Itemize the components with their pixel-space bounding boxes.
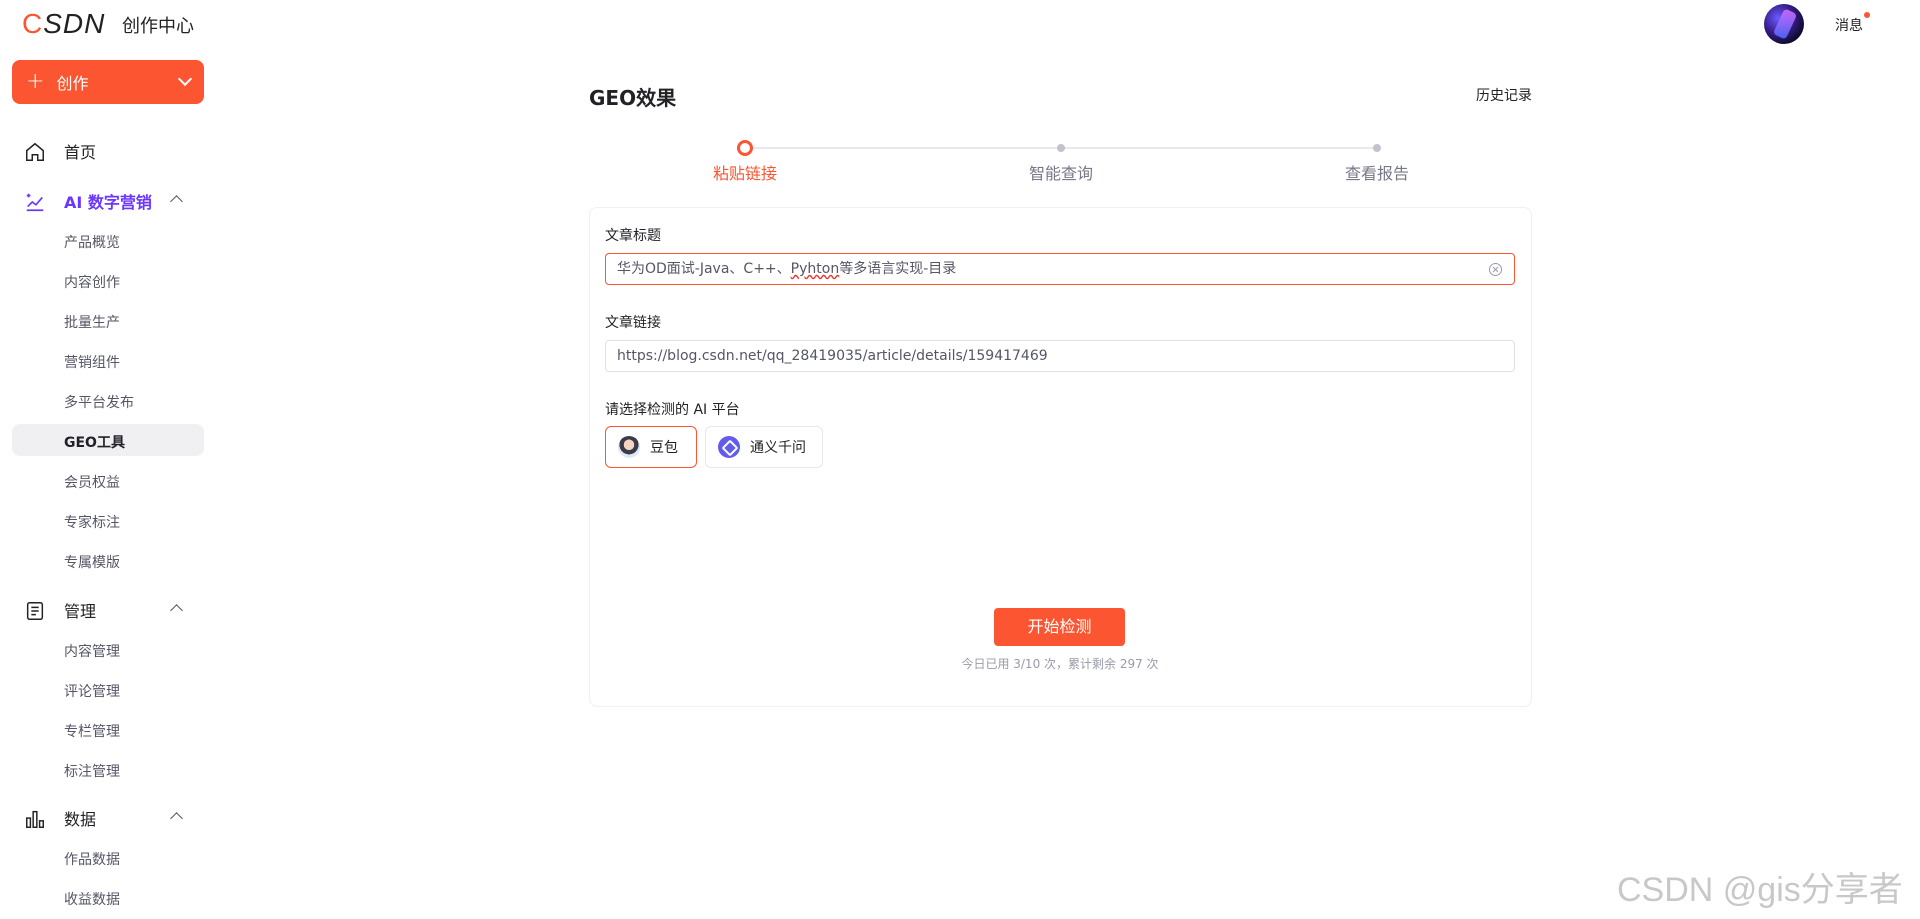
sidebar-item-annotation-manage[interactable]: 标注管理 [12,753,204,785]
platform-select-label: 请选择检测的 AI 平台 [605,402,740,418]
chevron-down-icon [177,71,193,87]
sidebar-section-title: 数据 [64,810,97,829]
title-text-part: 等多语言实现-目录 [839,261,957,277]
sidebar-section-data[interactable]: 数据 [12,802,204,834]
sidebar-item-multi-platform-publish[interactable]: 多平台发布 [12,384,204,416]
chevron-up-icon [170,604,183,617]
trend-sparkle-icon [26,193,44,212]
sidebar-item-home[interactable]: 首页 [12,135,204,167]
sidebar-item-label: 产品概览 [64,235,120,251]
title-text-part: 华为OD面试-Java、C++、 [617,261,791,277]
step-indicator [1373,144,1381,152]
platform-label: 豆包 [650,440,678,456]
history-link[interactable]: 历史记录 [1476,85,1532,105]
step-connector [1061,147,1377,149]
create-button-label: 创作 [56,74,89,93]
start-detection-button[interactable]: 开始检测 [994,608,1125,646]
misspelled-word: Pyhton [790,261,840,277]
step-paste-link: 粘贴链接 [712,164,778,183]
chevron-up-icon [170,812,183,825]
unread-dot [1864,12,1870,18]
step-smart-query: 智能查询 [1028,164,1094,183]
step-indicator-active [737,140,753,156]
user-avatar[interactable] [1764,4,1804,44]
document-icon [26,602,44,620]
article-link-label: 文章链接 [605,315,661,331]
sidebar-item-member-benefits[interactable]: 会员权益 [12,464,204,496]
platform-doubao[interactable]: 豆包 [605,426,697,468]
clear-icon[interactable] [1489,263,1502,276]
sidebar-item-marketing-components[interactable]: 营销组件 [12,344,204,376]
sidebar-item-label: 内容管理 [64,644,120,660]
sidebar-item-geo-tool[interactable]: GEO工具 [12,424,204,456]
sidebar-section-title: AI 数字营销 [64,193,152,212]
sidebar-item-content-manage[interactable]: 内容管理 [12,633,204,665]
sidebar-item-label: 多平台发布 [64,395,134,411]
sidebar-section-title: 管理 [64,602,97,621]
chevron-up-icon [170,195,183,208]
tongyi-icon [718,436,740,458]
article-link-input[interactable]: https://blog.csdn.net/qq_28419035/articl… [605,340,1515,372]
step-view-report: 查看报告 [1344,164,1410,183]
sidebar-item-label: 标注管理 [64,764,120,780]
step-connector [745,147,1061,149]
bar-chart-icon [26,810,44,828]
sidebar-item-label: 内容创作 [64,275,120,291]
sidebar-item-label: 会员权益 [64,475,120,491]
sidebar-item-label: 收益数据 [64,892,120,908]
sidebar-item-label: 专家标注 [64,515,120,531]
create-button[interactable]: + 创作 [12,60,204,104]
sidebar-item-label: 营销组件 [64,355,120,371]
sidebar-item-label: 首页 [64,143,97,162]
platform-tongyi[interactable]: 通义千问 [705,426,823,468]
step-indicator [1057,144,1065,152]
sidebar-item-label: 评论管理 [64,684,120,700]
sidebar-item-product-overview[interactable]: 产品概览 [12,224,204,256]
sidebar-item-label: GEO工具 [64,435,125,451]
article-title-input[interactable]: 华为OD面试-Java、C++、Pyhton等多语言实现-目录 [605,253,1515,285]
sidebar-item-label: 专栏管理 [64,724,120,740]
sidebar-item-exclusive-templates[interactable]: 专属模版 [12,544,204,576]
csdn-logo[interactable]: CSDN [22,8,105,40]
sidebar-item-label: 批量生产 [64,315,120,331]
messages-link[interactable]: 消息 [1835,15,1863,35]
plus-icon: + [26,69,45,94]
sidebar-section-manage[interactable]: 管理 [12,594,204,626]
sidebar-item-comment-manage[interactable]: 评论管理 [12,673,204,705]
watermark: CSDN @gis分享者 [1617,871,1903,909]
sidebar-item-batch-production[interactable]: 批量生产 [12,304,204,336]
sidebar-item-label: 作品数据 [64,852,120,868]
sidebar-item-label: 专属模版 [64,555,120,571]
sidebar-item-column-manage[interactable]: 专栏管理 [12,713,204,745]
sidebar-item-works-data[interactable]: 作品数据 [12,841,204,873]
sidebar-item-content-creation[interactable]: 内容创作 [12,264,204,296]
sidebar-section-ai-marketing[interactable]: AI 数字营销 [12,185,204,217]
page-title: GEO效果 [589,86,677,110]
article-title-label: 文章标题 [605,228,661,244]
sidebar-item-expert-annotation[interactable]: 专家标注 [12,504,204,536]
home-icon [26,142,44,161]
doubao-icon [618,436,640,458]
platform-label: 通义千问 [750,440,806,456]
top-bar: CSDN 创作中心 消息 [0,0,1920,48]
app-title: 创作中心 [122,16,194,37]
sidebar-item-revenue-data[interactable]: 收益数据 [12,881,204,913]
usage-quota-text: 今日已用 3/10 次，累计剩余 297 次 [961,657,1159,671]
